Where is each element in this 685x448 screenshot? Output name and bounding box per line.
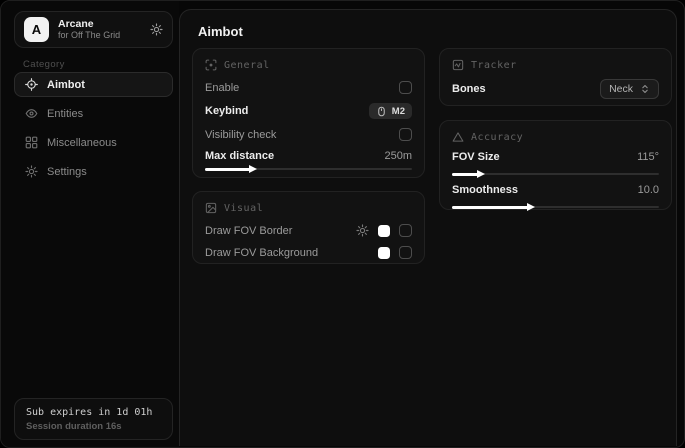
chevrons-up-down-icon — [640, 84, 650, 94]
enable-checkbox[interactable] — [399, 81, 412, 94]
sidebar-item-label: Aimbot — [47, 79, 85, 91]
eye-icon — [25, 107, 38, 120]
category-label: Category — [23, 59, 179, 70]
fov-border-settings-gear-icon[interactable] — [356, 224, 369, 237]
fov-size-value: 115° — [637, 151, 659, 163]
sidebar-item-label: Settings — [47, 166, 87, 178]
mouse-icon — [376, 106, 387, 117]
sidebar-item-aimbot[interactable]: Aimbot — [14, 72, 173, 97]
max-distance-value: 250m — [384, 150, 412, 162]
visibility-check-checkbox[interactable] — [399, 128, 412, 141]
app-window: A Arcane for Off The Grid Category — [0, 0, 685, 448]
visibility-check-label: Visibility check — [205, 129, 276, 141]
keybind-value: M2 — [392, 106, 405, 117]
subscription-card: Sub expires in 1d 01h Session duration 1… — [14, 398, 173, 440]
max-distance-row: Max distance 250m — [205, 150, 412, 162]
visual-card-title: Visual — [224, 203, 263, 214]
fov-size-slider[interactable] — [452, 169, 659, 178]
accuracy-card: Accuracy FOV Size 115° Smoothness 10.0 — [439, 120, 672, 210]
max-distance-label: Max distance — [205, 150, 274, 162]
page-title: Aimbot — [198, 24, 243, 39]
visual-card-header: Visual — [205, 202, 412, 214]
bones-label: Bones — [452, 83, 486, 95]
sub-expires-text: Sub expires in 1d 01h — [26, 407, 161, 418]
smoothness-row: Smoothness 10.0 — [452, 184, 659, 196]
slider-thumb[interactable] — [477, 170, 485, 178]
sidebar-item-settings[interactable]: Settings — [14, 159, 173, 184]
keybind-button[interactable]: M2 — [369, 103, 412, 119]
tracker-card: Tracker Bones Neck — [439, 48, 672, 106]
sidebar: A Arcane for Off The Grid Category — [1, 1, 179, 447]
slider-fill — [452, 173, 479, 176]
fov-border-label: Draw FOV Border — [205, 225, 292, 237]
bones-select[interactable]: Neck — [600, 79, 659, 99]
fov-size-row: FOV Size 115° — [452, 151, 659, 163]
max-distance-slider[interactable] — [205, 164, 412, 173]
fov-size-label: FOV Size — [452, 151, 500, 163]
accuracy-card-header: Accuracy — [452, 131, 659, 143]
fov-background-checkbox[interactable] — [399, 246, 412, 259]
enable-row: Enable — [205, 81, 412, 94]
tracker-card-header: Tracker — [452, 59, 659, 71]
fov-border-checkbox[interactable] — [399, 224, 412, 237]
app-name: Arcane — [58, 18, 141, 30]
slider-fill — [205, 168, 251, 171]
visibility-check-row: Visibility check — [205, 128, 412, 141]
slider-thumb[interactable] — [249, 165, 257, 173]
slider-fill — [452, 206, 529, 209]
smoothness-slider[interactable] — [452, 202, 659, 211]
activity-icon — [452, 59, 464, 71]
slider-thumb[interactable] — [527, 203, 535, 211]
keybind-label: Keybind — [205, 105, 248, 117]
smoothness-label: Smoothness — [452, 184, 518, 196]
fov-background-label: Draw FOV Background — [205, 247, 318, 259]
fov-background-row: Draw FOV Background — [205, 246, 412, 259]
sidebar-item-label: Miscellaneous — [47, 137, 117, 149]
general-card-header: General — [205, 59, 412, 71]
keybind-row: Keybind M2 — [205, 103, 412, 119]
accuracy-card-title: Accuracy — [471, 132, 523, 143]
app-logo: A — [24, 17, 49, 42]
main-panel: Aimbot General Enable Keybind — [179, 9, 677, 446]
image-icon — [205, 202, 217, 214]
triangle-icon — [452, 131, 464, 143]
enable-label: Enable — [205, 82, 239, 94]
crosshair-icon — [25, 78, 38, 91]
general-card: General Enable Keybind — [192, 48, 425, 178]
sidebar-nav: Aimbot Entities — [14, 72, 173, 184]
fov-background-color-swatch[interactable] — [378, 247, 390, 259]
smoothness-value: 10.0 — [638, 184, 659, 196]
brand-card: A Arcane for Off The Grid — [14, 11, 173, 48]
app-subtitle: for Off The Grid — [58, 30, 141, 40]
bones-value: Neck — [609, 83, 633, 95]
settings-gear-icon[interactable] — [150, 23, 163, 36]
gear-icon — [25, 165, 38, 178]
scan-icon — [205, 59, 217, 71]
tracker-card-title: Tracker — [471, 60, 517, 71]
boxes-icon — [25, 136, 38, 149]
bones-row: Bones Neck — [452, 79, 659, 99]
fov-border-row: Draw FOV Border — [205, 224, 412, 237]
session-duration-text: Session duration 16s — [26, 421, 161, 432]
sidebar-item-label: Entities — [47, 108, 83, 120]
general-card-title: General — [224, 60, 270, 71]
sidebar-item-miscellaneous[interactable]: Miscellaneous — [14, 130, 173, 155]
visual-card: Visual Draw FOV Border — [192, 191, 425, 264]
fov-border-color-swatch[interactable] — [378, 225, 390, 237]
brand-text: Arcane for Off The Grid — [58, 18, 141, 40]
sidebar-item-entities[interactable]: Entities — [14, 101, 173, 126]
